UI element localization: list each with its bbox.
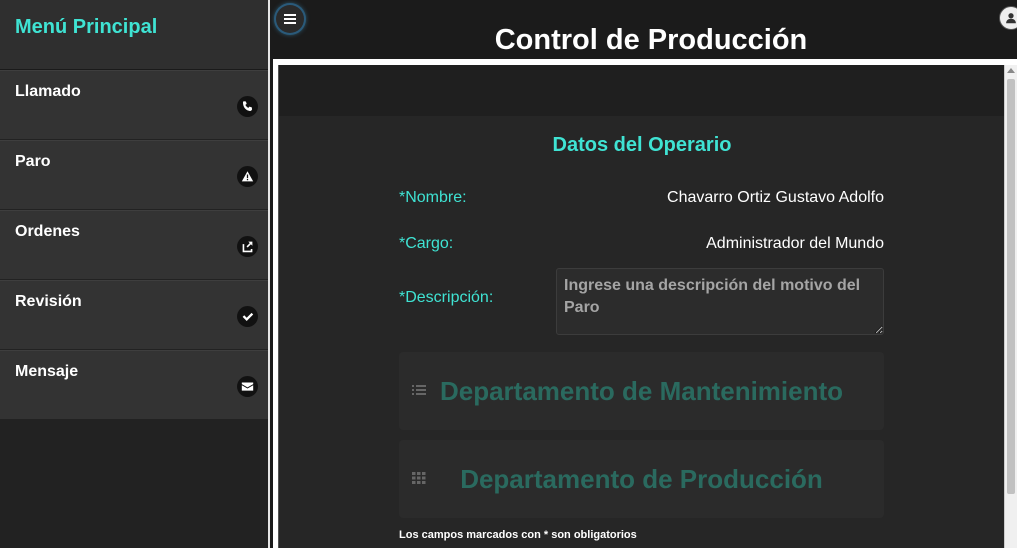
sidebar-item-label: Llamado [15, 83, 81, 100]
user-button[interactable] [999, 6, 1017, 30]
cargo-label: *Cargo: [399, 235, 454, 252]
scrollbar[interactable] [1004, 65, 1017, 548]
dept-produccion-button[interactable]: Departamento de Producción [399, 440, 884, 518]
form-panel: Datos del Operario *Nombre: Chavarro Ort… [278, 65, 1017, 548]
dept-mantenimiento-button[interactable]: Departamento de Mantenimiento [399, 352, 884, 430]
sidebar-item-ordenes[interactable]: Ordenes [0, 210, 268, 280]
header: Control de Producción [271, 0, 1017, 60]
descripcion-label: *Descripción: [399, 289, 494, 306]
scroll-up-arrow[interactable] [1007, 68, 1015, 73]
mail-icon [237, 376, 258, 397]
sidebar-title: Menú Principal [15, 16, 158, 38]
sidebar-header: Menú Principal [0, 0, 268, 70]
nombre-label: *Nombre: [399, 189, 467, 206]
required-note: Los campos marcados con * son obligatori… [399, 529, 637, 541]
sidebar-item-label: Paro [15, 153, 51, 170]
sidebar-item-llamado[interactable]: Llamado [0, 70, 268, 140]
user-icon [1006, 13, 1016, 24]
hamburger-icon [284, 14, 296, 24]
warning-icon [237, 166, 258, 187]
sidebar-item-revision[interactable]: Revisión [0, 280, 268, 350]
page-title: Control de Producción [494, 24, 808, 56]
content-frame: Datos del Operario *Nombre: Chavarro Ort… [273, 59, 1017, 548]
dept-mantenimiento-label: Departamento de Mantenimiento [439, 376, 844, 406]
sidebar-item-mensaje[interactable]: Mensaje [0, 350, 268, 420]
sidebar: Menú Principal Llamado Paro Ordenes Revi… [0, 0, 270, 548]
nombre-value: Chavarro Ortiz Gustavo Adolfo [667, 189, 884, 206]
sidebar-item-paro[interactable]: Paro [0, 140, 268, 210]
scrollbar-thumb[interactable] [1007, 79, 1015, 494]
share-icon [237, 236, 258, 257]
form-topbar [279, 65, 1017, 116]
form-title: Datos del Operario [552, 134, 732, 156]
sidebar-item-label: Ordenes [15, 223, 80, 240]
dept-produccion-label: Departamento de Producción [460, 464, 823, 494]
cargo-value: Administrador del Mundo [706, 235, 884, 252]
phone-icon [237, 96, 258, 117]
descripcion-textarea[interactable] [556, 268, 884, 335]
check-icon [237, 306, 258, 327]
sidebar-item-label: Mensaje [15, 363, 79, 380]
sidebar-item-label: Revisión [15, 293, 82, 310]
